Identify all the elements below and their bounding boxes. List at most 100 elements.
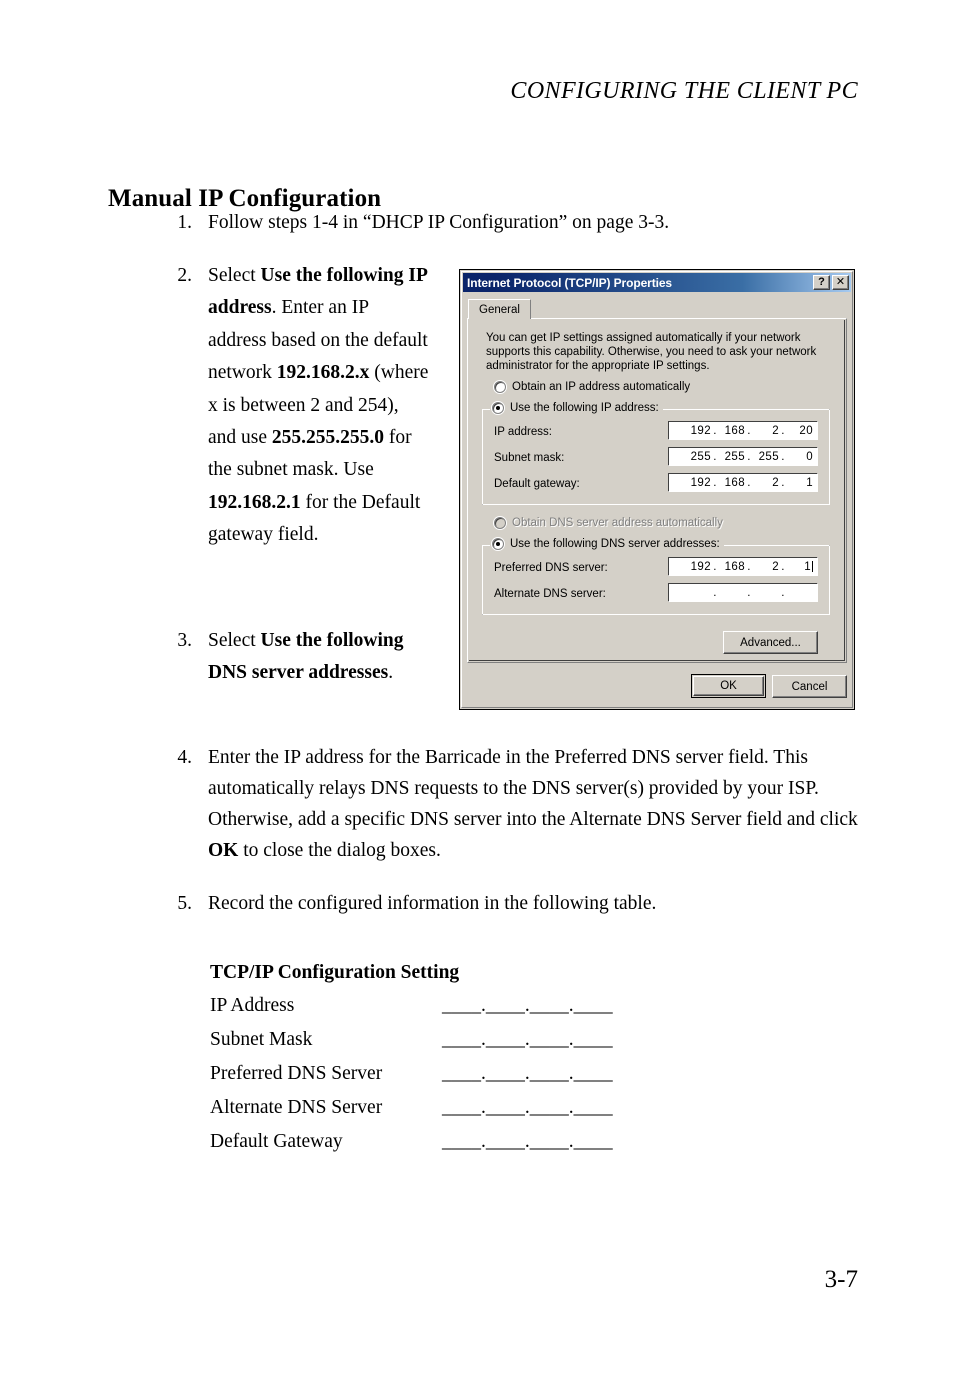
preferred-dns-row: Preferred DNS server: — [494, 558, 608, 577]
ip-separator: . — [747, 450, 751, 463]
step2-bold-network: 192.168.2.x — [276, 362, 370, 384]
ip-octet-1: 192 — [690, 560, 711, 573]
row-label: IP Address — [210, 995, 295, 1016]
ip-octet-2: 168 — [724, 424, 745, 437]
table-row: Preferred DNS Server ____.____.____.____ — [210, 1063, 680, 1097]
row-blank-field: ____.____.____.____ — [442, 1063, 613, 1084]
ip-separator: . — [713, 560, 717, 573]
ip-separator: . — [713, 476, 717, 489]
radio-button-icon — [494, 381, 506, 393]
document-page: CONFIGURING THE CLIENT PC Manual IP Conf… — [0, 0, 954, 1389]
help-icon[interactable]: ? — [813, 275, 830, 290]
radio-label: Obtain DNS server address automatically — [512, 517, 723, 529]
step-item-5: 5. Record the configured information in … — [168, 888, 880, 919]
step-item-4: 4. Enter the IP address for the Barricad… — [168, 742, 880, 866]
radio-obtain-ip-automatically[interactable]: Obtain an IP address automatically — [494, 381, 690, 393]
radio-use-following-dns[interactable]: Use the following DNS server addresses: — [490, 538, 724, 550]
step-item-1: 1. Follow steps 1-4 in “DHCP IP Configur… — [168, 207, 868, 238]
intro-description: You can get IP settings assigned automat… — [486, 332, 817, 372]
table-row: Alternate DNS Server ____.____.____.____ — [210, 1097, 680, 1131]
ip-octet-3: 2 — [772, 424, 779, 437]
radio-use-following-ip[interactable]: Use the following IP address: — [490, 402, 663, 414]
ip-separator: . — [781, 450, 785, 463]
step-text: Record the configured information in the… — [208, 893, 657, 914]
ip-octet-1: 192 — [690, 476, 711, 489]
tcpip-record-table: TCP/IP Configuration Setting IP Address … — [210, 962, 680, 1165]
step-text: Follow steps 1-4 in “DHCP IP Configurati… — [208, 212, 670, 233]
advanced-button-label: Advanced... — [740, 636, 801, 649]
tab-general[interactable]: General — [468, 299, 531, 319]
step4-part-a: Enter the IP address for the Barricade i… — [208, 747, 858, 830]
running-header-text: CONFIGURING THE CLIENT PC — [510, 78, 858, 104]
use-following-dns-groupbox — [482, 545, 830, 615]
step-text: Select Use the following IP address. Ent… — [208, 260, 430, 552]
row-blank-field: ____.____.____.____ — [442, 1131, 613, 1152]
row-label: Alternate DNS Server — [210, 1097, 383, 1118]
step-text: Enter the IP address for the Barricade i… — [208, 742, 880, 866]
step2-bold-subnet: 255.255.255.0 — [271, 427, 385, 449]
row-label: Default Gateway — [210, 1131, 343, 1152]
step-number: 1. — [177, 212, 192, 233]
ip-octet-1: 255 — [690, 450, 711, 463]
radio-button-icon — [494, 517, 506, 529]
dialog-titlebar[interactable]: Internet Protocol (TCP/IP) Properties ? … — [463, 273, 851, 292]
ip-address-row: IP address: — [494, 422, 552, 441]
ip-address-label: IP address: — [494, 425, 552, 438]
running-header: CONFIGURING THE CLIENT PC — [0, 78, 858, 105]
step-number: 4. — [177, 747, 192, 768]
general-tab-panel: You can get IP settings assigned automat… — [467, 318, 847, 663]
table-row: Default Gateway ____.____.____.____ — [210, 1131, 680, 1165]
ip-octet-2: 168 — [724, 476, 745, 489]
cancel-button-label: Cancel — [791, 680, 828, 693]
ip-separator: . — [781, 476, 785, 489]
radio-button-icon — [492, 402, 504, 414]
ip-separator: . — [747, 476, 751, 489]
preferred-dns-label: Preferred DNS server: — [494, 561, 608, 574]
close-icon[interactable]: ✕ — [832, 275, 849, 290]
advanced-button[interactable]: Advanced... — [723, 631, 818, 654]
ip-separator: . — [747, 424, 751, 437]
dialog-title: Internet Protocol (TCP/IP) Properties — [467, 275, 672, 290]
cancel-button[interactable]: Cancel — [772, 675, 847, 698]
ip-separator: . — [781, 424, 785, 437]
row-label: Preferred DNS Server — [210, 1063, 383, 1084]
alternate-dns-label: Alternate DNS server: — [494, 587, 606, 600]
record-table-title: TCP/IP Configuration Setting — [210, 962, 460, 983]
step-number: 3. — [177, 630, 192, 651]
step2-bold-gateway: 192.168.2.1 — [208, 491, 301, 513]
radio-obtain-dns-automatically[interactable]: Obtain DNS server address automatically — [494, 517, 723, 529]
step2-part-a: Select — [208, 265, 261, 286]
subnet-mask-row: Subnet mask: — [494, 448, 564, 467]
ip-octet-3: 2 — [772, 476, 779, 489]
step3-part-a: Select — [208, 630, 261, 651]
ip-separator: . — [713, 424, 717, 437]
ip-separator: . — [713, 450, 717, 463]
ip-separator: . — [747, 560, 751, 573]
step-text: Select Use the following DNS server addr… — [208, 625, 440, 690]
step4-bold-ok: OK — [208, 840, 239, 861]
step-number: 2. — [177, 265, 192, 286]
ip-address-input[interactable]: 192. 168. 2. 20 — [668, 421, 818, 440]
default-gateway-input[interactable]: 192. 168. 2. 1 — [668, 473, 818, 492]
ip-separator: . — [781, 586, 785, 599]
ip-octet-4: 20 — [799, 424, 813, 437]
row-blank-field: ____.____.____.____ — [442, 995, 613, 1016]
alternate-dns-row: Alternate DNS server: — [494, 584, 606, 603]
ip-octet-2: 168 — [724, 560, 745, 573]
step4-part-c: to close the dialog boxes. — [238, 840, 441, 861]
page-number: 3-7 — [824, 1266, 858, 1293]
ip-octet-4: 1 — [787, 561, 813, 573]
tcpip-properties-dialog: Internet Protocol (TCP/IP) Properties ? … — [459, 269, 855, 710]
ok-button[interactable]: OK — [691, 674, 766, 698]
ip-octet-3: 2 — [772, 560, 779, 573]
ip-octet-4: 1 — [806, 476, 813, 489]
radio-label: Use the following DNS server addresses: — [510, 538, 720, 550]
alternate-dns-input[interactable]: ... — [668, 583, 818, 602]
dialog-tabstrip: General — [468, 298, 531, 319]
row-label: Subnet Mask — [210, 1029, 313, 1050]
preferred-dns-input[interactable]: 192. 168. 2. 1 — [668, 557, 818, 576]
default-gateway-row: Default gateway: — [494, 474, 580, 493]
ip-octet-1: 192 — [690, 424, 711, 437]
ip-octet-3: 255 — [758, 450, 779, 463]
subnet-mask-input[interactable]: 255. 255. 255. 0 — [668, 447, 818, 466]
